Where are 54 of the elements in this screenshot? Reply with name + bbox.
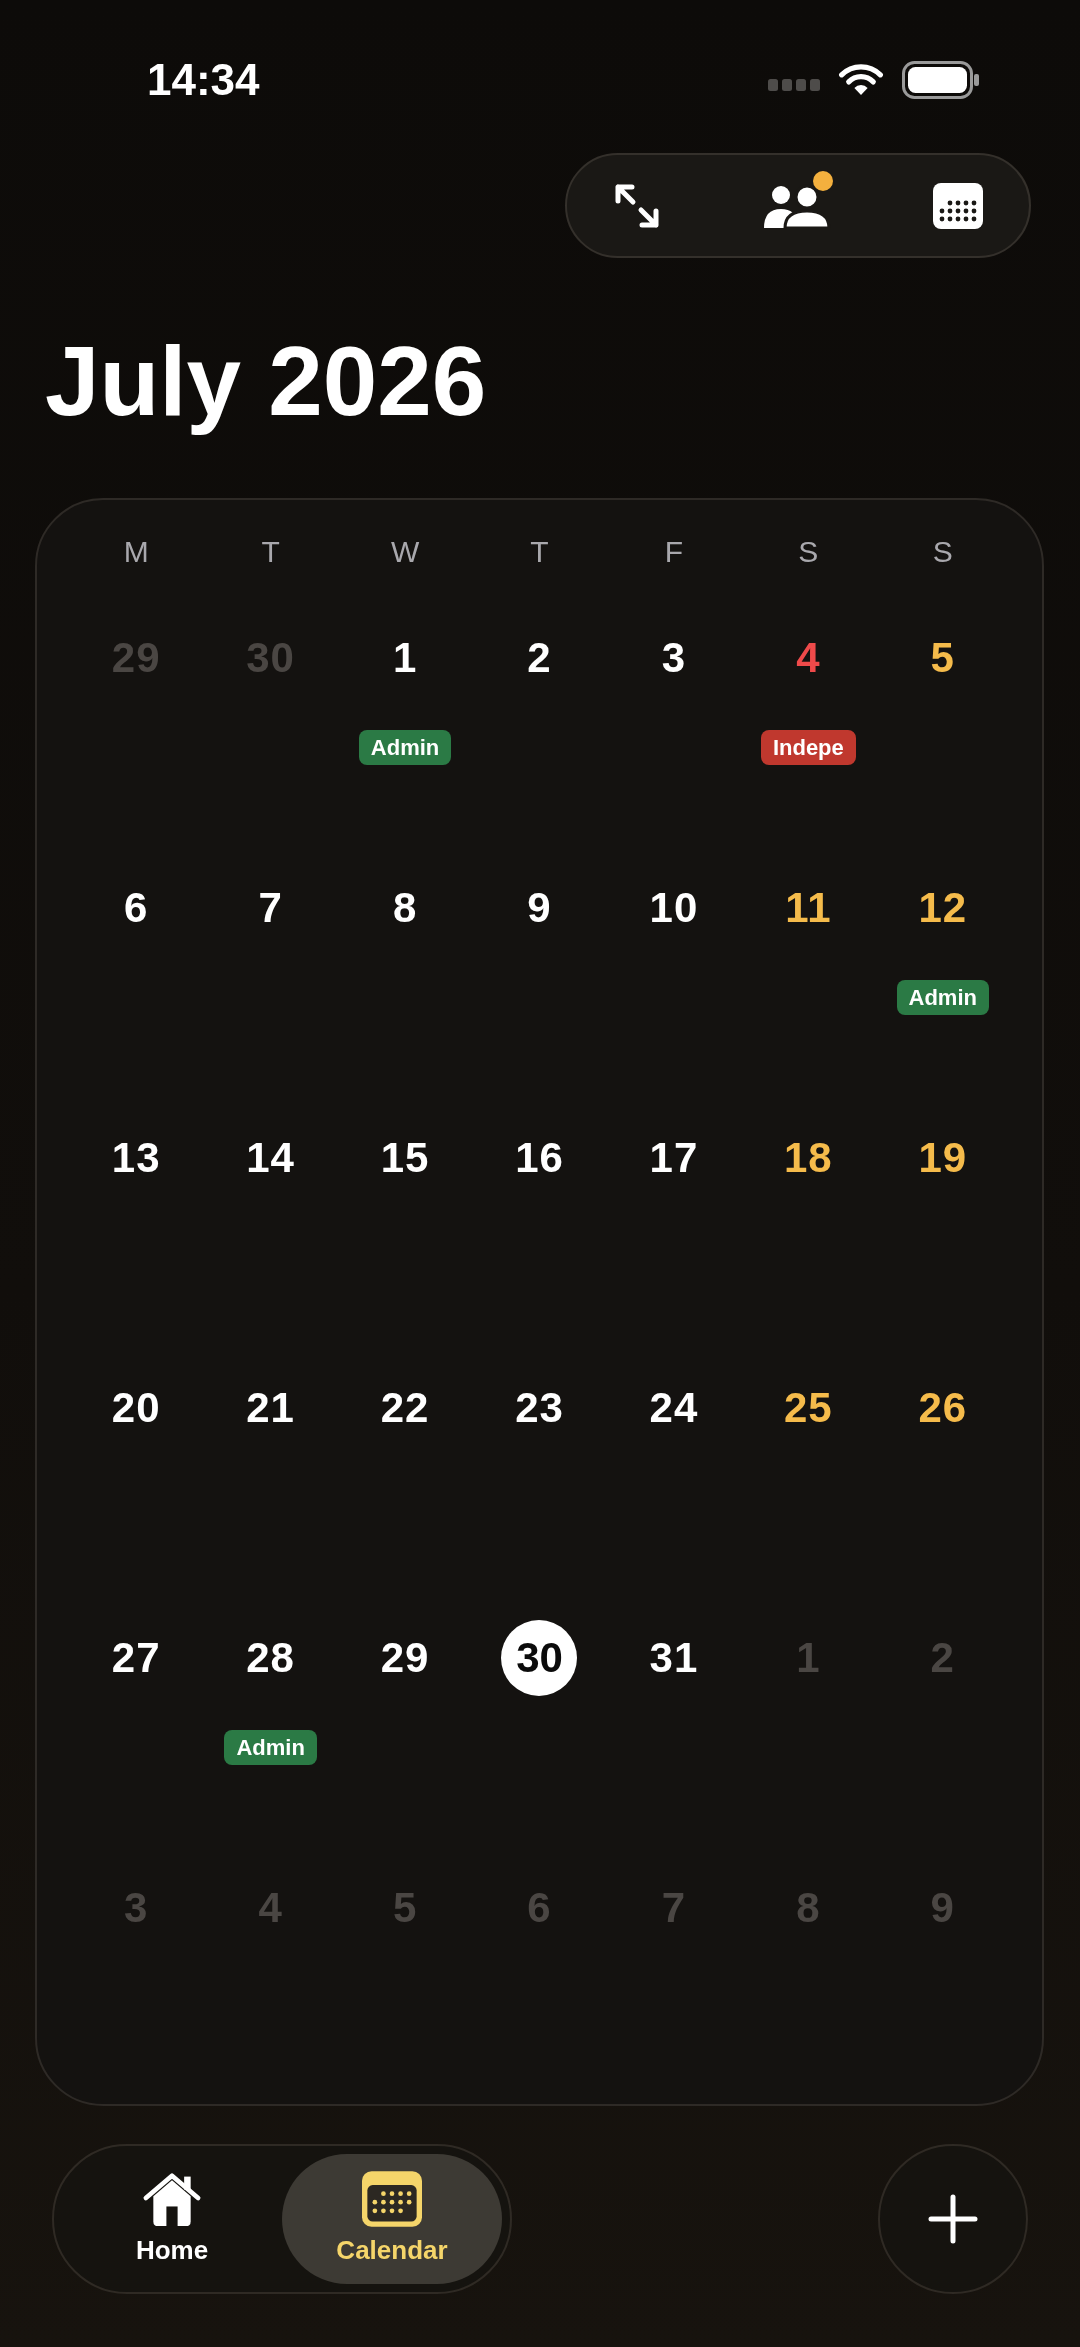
day-number[interactable]: 28 (246, 1633, 295, 1682)
wifi-icon (838, 63, 884, 97)
calendar-icon[interactable] (933, 182, 983, 229)
day-number[interactable]: 23 (515, 1383, 564, 1432)
weekday-label: S (932, 534, 953, 569)
nav-tab[interactable]: Calendar (282, 2153, 502, 2284)
weekday-label: T (530, 534, 549, 569)
day-number[interactable]: 1 (392, 633, 418, 682)
weekday-label: W (390, 534, 420, 569)
day-number[interactable]: 11 (785, 883, 832, 932)
day-number[interactable]: 2 (527, 633, 552, 682)
day-number[interactable]: 10 (649, 883, 699, 932)
day-number[interactable]: 17 (649, 1133, 699, 1182)
battery-icon (902, 61, 980, 99)
month-title: July 2026 (45, 325, 488, 438)
nav-tab[interactable]: Home (62, 2153, 282, 2284)
day-number[interactable]: 19 (918, 1133, 968, 1182)
day-number[interactable]: 20 (111, 1383, 161, 1432)
calendar-icon (362, 2171, 422, 2227)
weekday-label: S (798, 534, 819, 569)
day-number[interactable]: 24 (649, 1383, 699, 1432)
day-number[interactable]: 3 (661, 633, 687, 682)
day-number[interactable]: 8 (392, 883, 418, 932)
day-number[interactable]: 18 (784, 1133, 833, 1182)
weekday-label: M (123, 534, 149, 569)
plus-icon (927, 2192, 979, 2245)
status-time: 14:34 (147, 55, 260, 105)
event-chip[interactable]: Indepe (760, 729, 856, 765)
day-number[interactable]: 30 (501, 1619, 578, 1696)
day-number[interactable]: 4 (796, 633, 821, 682)
day-number[interactable]: 5 (930, 633, 955, 682)
day-number[interactable]: 6 (124, 883, 149, 932)
day-number[interactable]: 26 (918, 1383, 968, 1432)
day-number[interactable]: 7 (258, 883, 283, 932)
day-number[interactable]: 21 (246, 1383, 295, 1432)
weekday-label: T (261, 534, 280, 569)
day-number[interactable]: 29 (380, 1633, 430, 1682)
day-number[interactable]: 16 (515, 1133, 564, 1182)
day-number[interactable]: 13 (111, 1133, 161, 1182)
day-number[interactable]: 15 (380, 1133, 430, 1182)
house-icon (142, 2171, 202, 2227)
day-number[interactable]: 12 (918, 883, 968, 932)
day-number[interactable]: 31 (649, 1633, 699, 1682)
signal-icon (768, 79, 820, 91)
day-number[interactable]: 25 (784, 1383, 833, 1432)
weekday-label: F (664, 534, 684, 569)
day-number[interactable]: 22 (380, 1383, 430, 1432)
event-chip[interactable]: Admin (358, 729, 452, 765)
day-number[interactable]: 27 (111, 1633, 161, 1682)
day-number[interactable]: 9 (527, 883, 552, 932)
event-chip[interactable]: Admin (224, 1729, 317, 1765)
day-number[interactable]: 14 (246, 1133, 295, 1182)
event-chip[interactable]: Admin (896, 979, 989, 1015)
expand-icon[interactable] (613, 181, 661, 230)
